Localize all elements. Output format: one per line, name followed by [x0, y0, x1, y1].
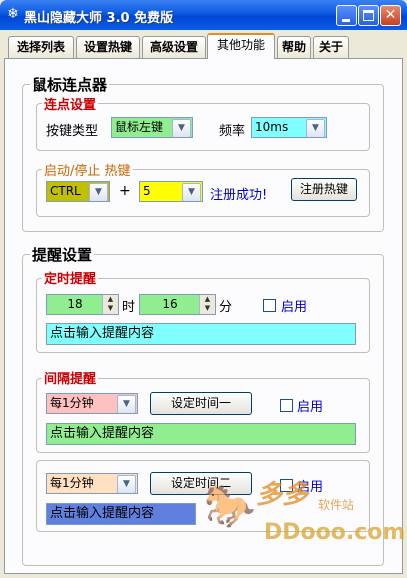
hotkey-key-select[interactable]: 5 ▼	[139, 181, 203, 202]
snowflake-icon[interactable]: ❄	[5, 6, 21, 22]
chevron-down-icon[interactable]: ▼	[172, 119, 191, 137]
key-type-label: 按键类型	[46, 124, 99, 139]
watermark: 🐎 多多 软件站 DDooo.com	[196, 470, 405, 556]
tab-advanced-settings[interactable]: 高级设置	[142, 36, 206, 58]
interval-reminder-title: 间隔提醒	[42, 368, 99, 387]
maximize-button[interactable]	[358, 5, 379, 26]
timed-reminder-title: 定时提醒	[42, 268, 99, 287]
hotkey-title-text: 启动/停止 热键	[44, 164, 131, 179]
tab-help[interactable]: 帮助	[277, 36, 311, 58]
register-status: 注册成功!	[210, 188, 268, 203]
tab-about[interactable]: 关于	[313, 36, 349, 58]
stepper-arrows-icon[interactable]: ▲ ▼	[199, 295, 215, 314]
window-title: 黑山隐藏大师 3.0 免费版	[24, 11, 174, 26]
minimize-icon	[342, 19, 350, 22]
hour-unit: 时	[122, 300, 136, 315]
interval1-enable-checkbox[interactable]	[280, 399, 293, 412]
chevron-down-icon[interactable]: ▼	[182, 183, 201, 201]
chevron-down-icon[interactable]: ▼	[89, 183, 108, 201]
interval1-enable-label: 启用	[297, 400, 324, 415]
interval2-select[interactable]: 每1分钟 ▼	[46, 473, 138, 494]
mouse-clicker-title: 鼠标连点器	[30, 74, 110, 95]
watermark-line2: 软件站	[318, 498, 355, 512]
hour-stepper[interactable]: 18 ▲ ▼	[46, 294, 119, 315]
close-icon: ✕	[384, 7, 397, 23]
frequency-select[interactable]: 10ms ▼	[251, 117, 327, 138]
tab-hotkey-settings[interactable]: 设置热键	[76, 36, 140, 58]
minute-value: 16	[162, 297, 178, 311]
minute-unit: 分	[219, 300, 233, 315]
click-settings-title: 连点设置	[42, 94, 99, 113]
key-type-value: 鼠标左键	[115, 120, 164, 134]
chevron-down-icon[interactable]: ▼	[117, 395, 136, 413]
chevron-down-icon[interactable]: ▼	[306, 119, 325, 137]
close-button[interactable]: ✕	[380, 5, 401, 26]
stepper-arrows-icon[interactable]: ▲ ▼	[102, 295, 118, 314]
horse-logo-icon: 🐎	[203, 481, 257, 530]
timed-enable-checkbox[interactable]	[263, 299, 276, 312]
interval2-content-input[interactable]: 点击输入提醒内容	[46, 503, 196, 525]
minimize-button[interactable]	[336, 5, 357, 26]
watermark-line3: DDooo.com	[264, 520, 406, 545]
hotkey-modifier-value: CTRL	[50, 184, 81, 198]
frequency-label: 频率	[219, 124, 246, 139]
key-type-select[interactable]: 鼠标左键 ▼	[111, 117, 193, 138]
interval1-select[interactable]: 每1分钟 ▼	[46, 393, 138, 414]
tab-other-functions[interactable]: 其他功能	[207, 33, 275, 59]
frequency-value: 10ms	[255, 120, 289, 134]
maximize-icon	[363, 10, 374, 21]
interval1-value: 每1分钟	[50, 396, 94, 410]
timed-enable-label: 启用	[281, 300, 308, 315]
minute-stepper[interactable]: 16 ▲ ▼	[139, 294, 216, 315]
set-time-1-button[interactable]: 设定时间一	[150, 392, 252, 415]
register-hotkey-button[interactable]: 注册热键	[291, 178, 357, 201]
timed-content-input[interactable]: 点击输入提醒内容	[46, 323, 356, 345]
hotkey-key-value: 5	[143, 184, 151, 198]
watermark-line1: 多多	[256, 480, 309, 510]
tab-select-list[interactable]: 选择列表	[8, 36, 74, 58]
hotkey-title: 启动/停止 热键	[42, 160, 133, 179]
hour-value: 18	[67, 297, 83, 311]
reminder-title: 提醒设置	[30, 244, 95, 265]
plus-sign: +	[119, 183, 131, 199]
hotkey-modifier-select[interactable]: CTRL ▼	[46, 181, 110, 202]
interval2-value: 每1分钟	[50, 476, 94, 490]
interval1-content-input[interactable]: 点击输入提醒内容	[46, 423, 356, 445]
chevron-down-icon[interactable]: ▼	[117, 475, 136, 493]
